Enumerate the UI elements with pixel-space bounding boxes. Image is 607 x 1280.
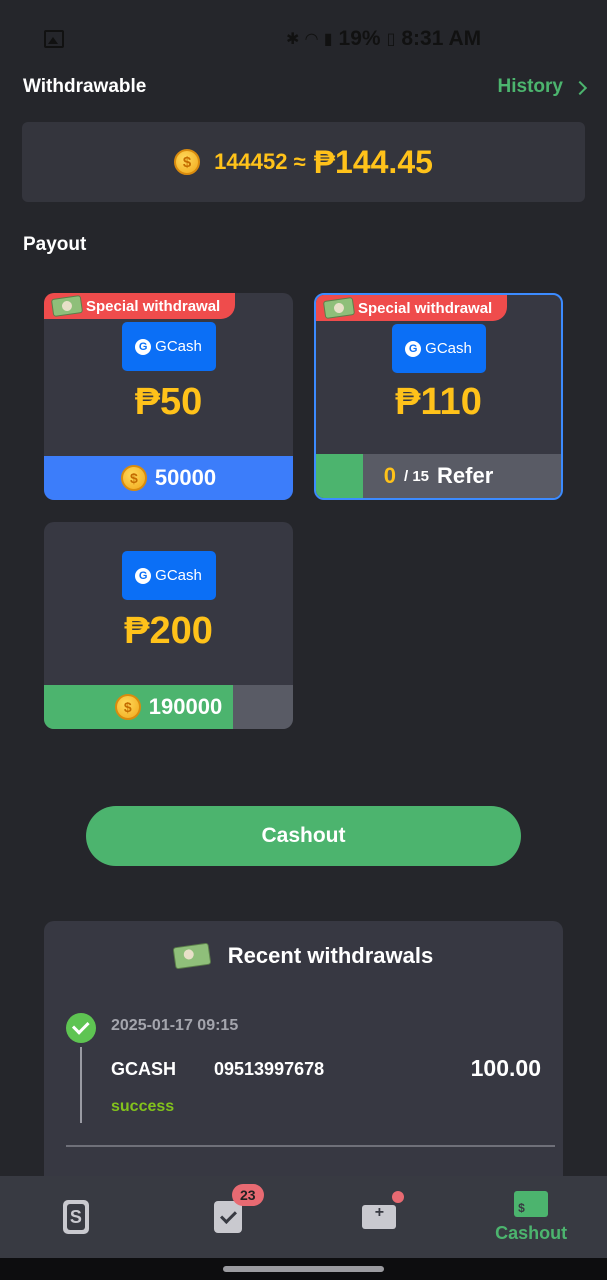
timeline-line <box>80 1047 82 1123</box>
payout-card-110[interactable]: Special withdrawal G GCash ₱110 0 / 15 R… <box>314 293 563 500</box>
withdrawal-method: GCASH <box>111 1059 177 1079</box>
refer-total: / 15 <box>403 467 430 485</box>
nav-item-wallet[interactable] <box>0 1176 152 1258</box>
special-withdrawal-badge: Special withdrawal <box>44 293 235 319</box>
gcash-g-icon: G <box>135 567 152 584</box>
payout-amount: ₱50 <box>134 381 203 423</box>
nav-item-cashout[interactable]: Cashout <box>455 1176 607 1258</box>
coin-cost: 190000 <box>148 694 223 719</box>
history-label: History <box>497 76 563 97</box>
notification-dot <box>391 1191 404 1203</box>
bottom-nav: 23 Cashout <box>0 1176 607 1258</box>
recent-withdrawals-header: Recent withdrawals <box>44 942 563 970</box>
recent-withdrawals-title: Recent withdrawals <box>227 943 434 968</box>
badge-label: Special withdrawal <box>86 297 221 315</box>
gcash-logo: G GCash <box>391 324 486 373</box>
payout-amount: ₱200 <box>124 610 213 652</box>
withdrawal-account: 09513997678 <box>214 1059 325 1079</box>
divider <box>66 1145 555 1147</box>
history-link[interactable]: History <box>497 76 588 98</box>
system-indicators: ✱ ◠ ▮ 19% ▯ 8:31 AM <box>286 27 481 51</box>
nav-item-mail[interactable] <box>304 1176 456 1258</box>
gcash-label: GCash <box>155 567 202 584</box>
refer-progress-text: 0 / 15 Refer <box>384 463 494 489</box>
signal-icon: ▮ <box>323 31 333 48</box>
cost-content: $ 190000 <box>114 694 223 720</box>
withdrawal-date: 2025-01-17 09:15 <box>111 1017 239 1034</box>
home-indicator[interactable] <box>223 1266 384 1272</box>
image-notification-icon <box>44 30 64 48</box>
gcash-g-icon: G <box>405 340 422 357</box>
gcash-label: GCash <box>425 340 472 357</box>
battery-percent: 19% <box>338 27 381 50</box>
card-cost-bar: $ 50000 <box>44 456 293 500</box>
cashout-icon <box>514 1190 549 1217</box>
mail-icon <box>362 1204 397 1229</box>
chevron-right-icon <box>572 80 588 95</box>
battery-icon: ▯ <box>386 31 396 48</box>
nav-label-cashout: Cashout <box>495 1222 568 1243</box>
gcash-label: GCash <box>155 338 202 355</box>
money-icon <box>172 942 212 970</box>
coin-icon: $ <box>120 465 147 491</box>
cashout-button[interactable]: Cashout <box>86 806 521 866</box>
refer-progress-bar: 0 / 15 Refer <box>316 454 561 498</box>
refer-label: Refer <box>437 463 494 488</box>
withdrawal-status: success <box>111 1098 175 1115</box>
money-icon <box>50 295 84 317</box>
gcash-logo: G GCash <box>121 551 216 600</box>
payout-card-200[interactable]: G GCash ₱200 $ 190000 <box>44 522 293 729</box>
gcash-logo: G GCash <box>121 322 216 371</box>
refer-current: 0 <box>383 463 396 488</box>
nav-item-tasks[interactable]: 23 <box>152 1176 304 1258</box>
status-bar: ✱ ◠ ▮ 19% ▯ 8:31 AM <box>0 0 607 78</box>
payout-card-50[interactable]: Special withdrawal G GCash ₱50 $ 50000 <box>44 293 293 500</box>
wallet-icon <box>62 1200 89 1234</box>
withdrawable-title: Withdrawable <box>23 76 147 97</box>
withdrawal-amount: 100.00 <box>470 1055 541 1081</box>
special-withdrawal-badge: Special withdrawal <box>316 295 507 321</box>
payout-amount: ₱110 <box>395 381 482 423</box>
balance-box: $ 144452 ≈ ₱144.45 <box>22 122 585 202</box>
coin-icon: $ <box>114 694 141 720</box>
coin-icon: $ <box>174 149 201 175</box>
wifi-icon: ◠ <box>305 31 318 48</box>
badge-label: Special withdrawal <box>358 299 493 317</box>
refer-progress-fill <box>316 454 363 498</box>
task-icon <box>213 1201 242 1233</box>
gcash-g-icon: G <box>135 338 152 355</box>
bluetooth-icon: ✱ <box>286 31 300 48</box>
success-check-icon <box>66 1013 96 1043</box>
balance-coins: 144452 ≈ <box>214 149 306 174</box>
task-count-badge: 23 <box>231 1184 264 1206</box>
clock: 8:31 AM <box>401 27 482 50</box>
balance-peso: ₱144.45 <box>313 143 433 180</box>
card-cost-bar: $ 190000 <box>44 685 293 729</box>
coin-cost: 50000 <box>154 465 217 490</box>
money-icon <box>322 297 356 319</box>
payout-title: Payout <box>23 234 87 255</box>
